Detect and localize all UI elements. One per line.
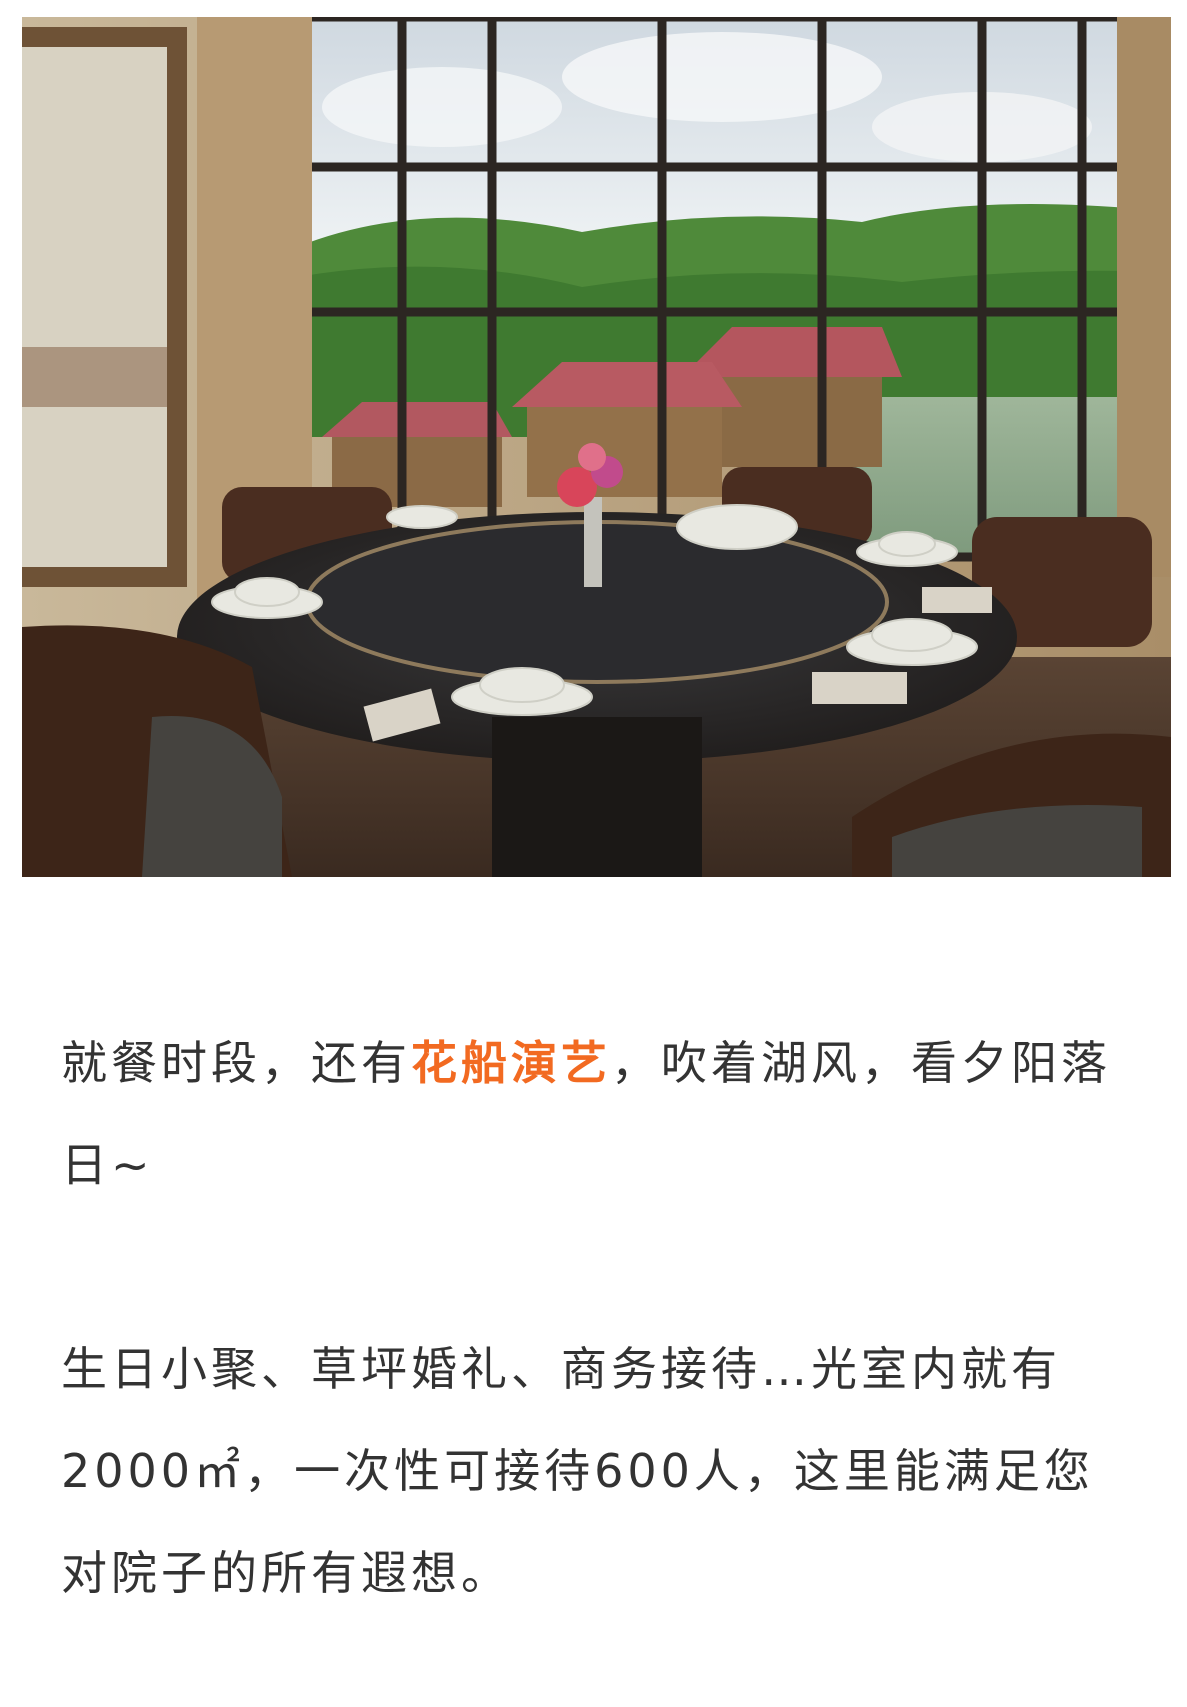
paragraph-venue-capacity: 生日小聚、草坪婚礼、商务接待…光室内就有2000㎡，一次性可接待600人，这里能… xyxy=(61,1342,1094,1600)
paragraph-dining-show: 就餐时段，还有花船演艺，吹着湖风，看夕阳落日~ xyxy=(61,1012,1135,1216)
paragraph1-before: 就餐时段，还有 xyxy=(61,1036,411,1090)
article-text: 就餐时段，还有花船演艺，吹着湖风，看夕阳落日~ 生日小聚、草坪婚礼、商务接待…光… xyxy=(61,1012,1135,1624)
restaurant-photo xyxy=(22,17,1171,877)
highlight-flower-boat-show: 花船演艺 xyxy=(411,1036,611,1090)
